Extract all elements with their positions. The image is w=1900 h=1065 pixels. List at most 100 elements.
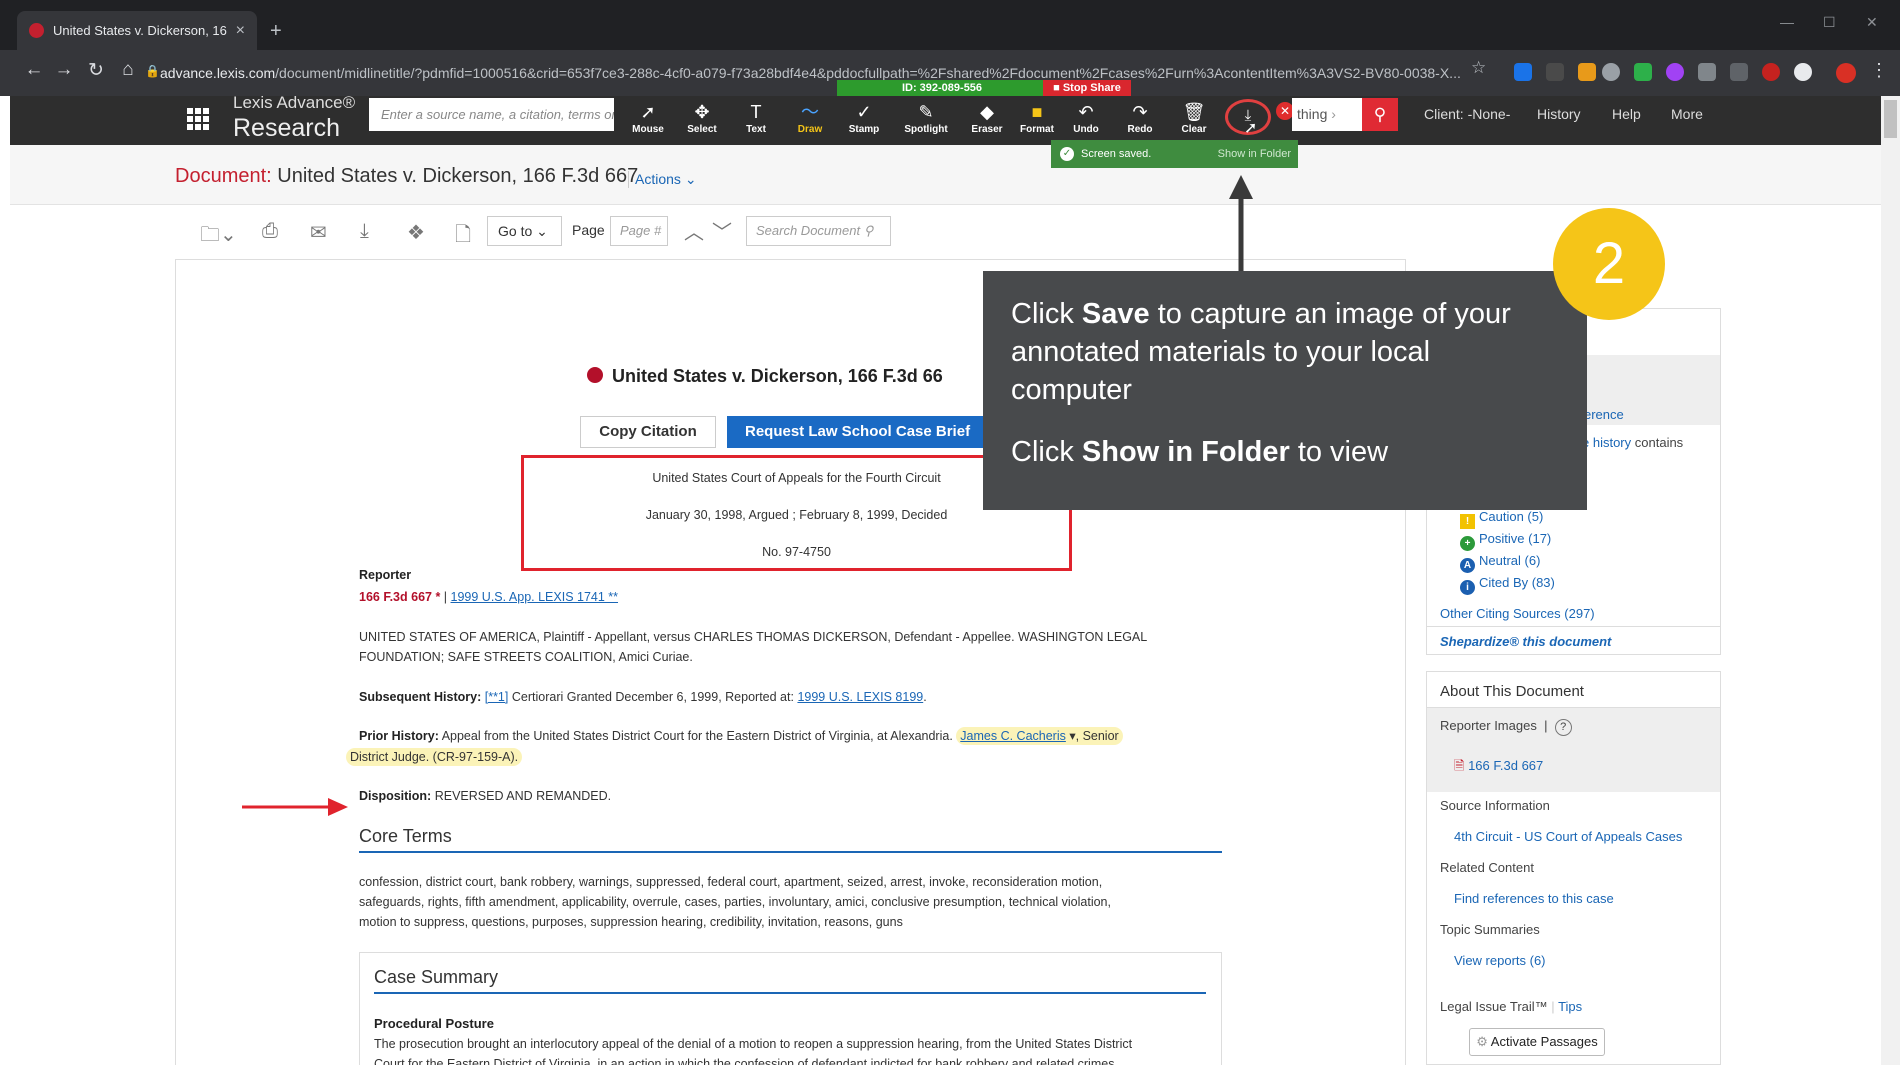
signal-positive[interactable]: + Positive (17) bbox=[1460, 531, 1551, 551]
screen-saved-notification: ✓ Screen saved. Show in Folder bbox=[1051, 140, 1298, 168]
signal-cited-by[interactable]: i Cited By (83) bbox=[1460, 575, 1555, 595]
divider bbox=[374, 992, 1206, 994]
other-citing-link[interactable]: Other Citing Sources (297) bbox=[1440, 606, 1595, 621]
browser-menu-icon[interactable]: ⋮ bbox=[1870, 60, 1888, 81]
tool-label: Mouse bbox=[632, 124, 664, 135]
scrollbar-thumb[interactable] bbox=[1884, 100, 1897, 138]
extension-icon[interactable] bbox=[1698, 63, 1716, 81]
source-link[interactable]: 4th Circuit - US Court of Appeals Cases bbox=[1454, 829, 1682, 844]
window-close-icon[interactable]: ✕ bbox=[1866, 14, 1878, 31]
mouse-cursor-icon: ➚ bbox=[1244, 120, 1258, 137]
annotate-draw-button[interactable]: 〜 Draw bbox=[784, 100, 836, 135]
callout-word: Click bbox=[1011, 436, 1074, 468]
copy-citation-button[interactable]: Copy Citation bbox=[580, 416, 716, 448]
actions-menu[interactable]: Actions ⌄ bbox=[628, 171, 697, 188]
more-menu[interactable]: More bbox=[1671, 106, 1703, 122]
extension-icon[interactable] bbox=[1578, 63, 1596, 81]
document-icon[interactable]: 🗋 bbox=[455, 220, 471, 254]
history-tail: contains bbox=[1634, 435, 1684, 450]
close-tab-icon[interactable]: × bbox=[236, 22, 245, 40]
address-bar[interactable]: advance.lexis.com/document/midlinetitle/… bbox=[160, 58, 1470, 88]
signal-neutral[interactable]: A Neutral (6) bbox=[1460, 553, 1540, 573]
annotate-spotlight-button[interactable]: ✎ Spotlight bbox=[900, 100, 952, 135]
forward-icon[interactable]: → bbox=[52, 59, 76, 81]
annotate-text-button[interactable]: T Text bbox=[730, 100, 782, 135]
print-icon[interactable]: ⎙ bbox=[262, 220, 278, 243]
annotate-format-button[interactable]: ■ Format bbox=[1011, 100, 1063, 135]
reporter-label: Reporter bbox=[359, 565, 1239, 585]
lexis-cite-link[interactable]: 1999 U.S. App. LEXIS 1741 ** bbox=[451, 590, 618, 604]
signal-caution[interactable]: ! Caution (5) bbox=[1460, 509, 1543, 529]
folder-icon[interactable]: 🗀⌄ bbox=[200, 220, 237, 254]
request-brief-button[interactable]: Request Law School Case Brief bbox=[727, 416, 985, 448]
history-link[interactable]: e history bbox=[1582, 435, 1631, 450]
help-menu[interactable]: Help bbox=[1612, 106, 1641, 122]
home-icon[interactable]: ⌂ bbox=[116, 59, 140, 81]
extension-icon[interactable] bbox=[1666, 63, 1684, 81]
lexis-search-tail[interactable]: thing › bbox=[1292, 98, 1362, 131]
annotate-redo-button[interactable]: ↷ Redo bbox=[1114, 100, 1166, 135]
reload-icon[interactable]: ↻ bbox=[84, 59, 108, 82]
profile-avatar[interactable] bbox=[1836, 63, 1856, 83]
extension-icon[interactable] bbox=[1546, 63, 1564, 81]
page-ref-link[interactable]: [**1] bbox=[485, 690, 509, 704]
disposition-label: Disposition: bbox=[359, 789, 432, 803]
annotate-stamp-button[interactable]: ✓ Stamp bbox=[838, 100, 890, 135]
extension-icon[interactable] bbox=[1794, 63, 1812, 81]
pdf-icon: 🗎 bbox=[1454, 758, 1465, 773]
browser-tab[interactable]: United States v. Dickerson, 166 F × bbox=[17, 11, 257, 50]
divider bbox=[1427, 626, 1720, 627]
history-menu[interactable]: History bbox=[1537, 106, 1581, 122]
download-icon[interactable]: ⤓ bbox=[360, 220, 369, 243]
page-number-input[interactable]: Page # bbox=[610, 216, 668, 246]
extension-icon[interactable] bbox=[1514, 63, 1532, 81]
topic-link[interactable]: View reports (6) bbox=[1454, 953, 1546, 968]
reporter-citation: 166 F.3d 667 * | 1999 U.S. App. LEXIS 17… bbox=[359, 587, 1239, 607]
signal-label: Neutral (6) bbox=[1479, 553, 1541, 568]
core-terms-heading: Core Terms bbox=[359, 826, 452, 846]
next-hit-icon[interactable]: ﹀ bbox=[712, 216, 732, 245]
back-icon[interactable]: ← bbox=[22, 59, 46, 81]
proc-line: The prosecution brought an interlocutory… bbox=[374, 1037, 1133, 1051]
search-button[interactable]: ⚲ bbox=[1362, 98, 1398, 131]
page-scrollbar[interactable] bbox=[1881, 96, 1900, 1065]
extension-icon[interactable] bbox=[1730, 63, 1748, 81]
email-icon[interactable]: ✉ bbox=[310, 220, 327, 245]
client-menu[interactable]: Client: -None- bbox=[1424, 106, 1510, 122]
reporter-cite-text: 166 F.3d 667 * bbox=[359, 590, 441, 604]
related-link[interactable]: Find references to this case bbox=[1454, 891, 1614, 906]
lexis-search-input[interactable]: Enter a source name, a citation, terms o… bbox=[369, 98, 614, 131]
annotate-eraser-button[interactable]: ◆ Eraser bbox=[961, 100, 1013, 135]
judge-link[interactable]: James C. Cacheris bbox=[960, 729, 1066, 743]
previous-hit-icon[interactable]: ︿ bbox=[684, 216, 704, 245]
annotate-mouse-button[interactable]: ➚ Mouse bbox=[622, 100, 674, 135]
annotate-undo-button[interactable]: ↶ Undo bbox=[1060, 100, 1112, 135]
stop-share-button[interactable]: ■ Stop Share bbox=[1043, 80, 1131, 96]
show-in-folder-link[interactable]: Show in Folder bbox=[1218, 140, 1291, 168]
annotate-clear-button[interactable]: 🗑 Clear bbox=[1168, 100, 1220, 135]
reference-link[interactable]: erence bbox=[1584, 407, 1624, 422]
activate-passages-button[interactable]: ⚙ Activate Passages bbox=[1469, 1028, 1605, 1056]
annotate-select-button[interactable]: ✥ Select bbox=[676, 100, 728, 135]
dropbox-icon[interactable]: ❖ bbox=[407, 220, 425, 245]
reporter-pdf-link[interactable]: 🗎 166 F.3d 667 bbox=[1454, 757, 1543, 779]
shepardize-link[interactable]: Shepardize® this document bbox=[1440, 634, 1611, 649]
tool-label: Format bbox=[1020, 124, 1054, 135]
maximize-icon[interactable]: ☐ bbox=[1823, 14, 1836, 31]
bookmark-star-icon[interactable]: ☆ bbox=[1471, 58, 1486, 78]
extension-icon[interactable] bbox=[1634, 63, 1652, 81]
tips-link[interactable]: Tips bbox=[1558, 999, 1582, 1014]
extension-icon[interactable] bbox=[1762, 63, 1780, 81]
signal-label: Cited By (83) bbox=[1479, 575, 1555, 590]
cert-cite-link[interactable]: 1999 U.S. LEXIS 8199 bbox=[797, 690, 923, 704]
new-tab-button[interactable]: + bbox=[270, 20, 282, 43]
apps-grid-icon[interactable] bbox=[187, 108, 209, 130]
minimize-icon[interactable]: — bbox=[1780, 14, 1794, 30]
goto-dropdown[interactable]: Go to ⌄ bbox=[487, 216, 562, 246]
help-icon[interactable]: ? bbox=[1554, 719, 1572, 736]
prior-history-line2: District Judge. (CR-97-159-A). bbox=[346, 747, 523, 767]
extension-icon[interactable] bbox=[1602, 63, 1620, 81]
separator: | bbox=[1544, 718, 1548, 733]
search-document-input[interactable]: Search Document ⚲ bbox=[746, 216, 891, 246]
chevron-down-icon: ⌄ bbox=[536, 223, 548, 239]
